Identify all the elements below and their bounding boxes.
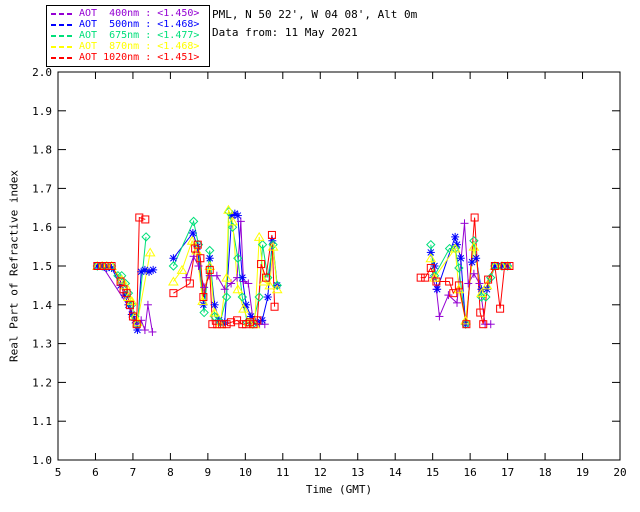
legend-label: AOT 500nm : <1.468> <box>79 19 200 30</box>
y-tick-label: 1.4 <box>32 299 52 312</box>
x-tick-label: 11 <box>276 466 289 479</box>
y-tick-label: 1.2 <box>32 376 52 389</box>
x-tick-label: 12 <box>314 466 327 479</box>
y-tick-label: 1.9 <box>32 105 52 118</box>
y-tick-label: 1.3 <box>32 338 52 351</box>
x-tick-label: 9 <box>205 466 212 479</box>
plot-frame <box>57 71 621 461</box>
legend-dash-swatch <box>51 23 74 26</box>
legend-dash-swatch <box>51 45 74 48</box>
x-tick-label: 17 <box>501 466 514 479</box>
x-tick-label: 18 <box>538 466 551 479</box>
station-title: PML, N 50 22', W 04 08', Alt 0m <box>212 8 418 21</box>
legend-label: AOT 870nm : <1.468> <box>79 41 200 52</box>
y-tick-label: 1.8 <box>32 144 52 157</box>
x-tick-label: 15 <box>426 466 439 479</box>
y-tick-label: 1.1 <box>32 415 52 428</box>
refractive-index-chart: 5 6 7 8 9 10 11 12 13 14 15 16 17 18 19 20 1.0 1.1 1.2 1.3 1… <box>0 0 640 512</box>
legend-item-aot-400nm: AOT 400nm : <1.450> <box>51 8 206 19</box>
x-axis-label: Time (GMT) <box>305 483 373 496</box>
legend-dash-swatch <box>51 12 74 15</box>
legend-label: AOT 1020nm : <1.451> <box>79 52 200 63</box>
y-tick-label: 1.6 <box>32 221 52 234</box>
y-axis-label: Real Part of Refractive index <box>7 169 21 363</box>
x-tick-label: 6 <box>92 466 99 479</box>
x-tick-label: 13 <box>351 466 364 479</box>
x-tick-label: 5 <box>55 466 62 479</box>
x-tick-label: 8 <box>167 466 174 479</box>
y-tick-label: 2.0 <box>32 66 52 79</box>
legend-label: AOT 400nm : <1.450> <box>79 8 200 19</box>
x-tick-label: 20 <box>613 466 626 479</box>
legend-dash-swatch <box>51 34 74 37</box>
data-date: Data from: 11 May 2021 <box>212 26 358 39</box>
plot-canvas: 5 6 7 8 9 10 11 12 13 14 15 16 17 18 19 20 1.0 1.1 1.2 1.3 1… <box>32 66 627 479</box>
legend-dash-swatch <box>51 56 74 59</box>
legend-item-aot-500nm: AOT 500nm : <1.468> <box>51 19 206 30</box>
legend: AOT 400nm : <1.450> AOT 500nm : <1.468> AO… <box>46 5 210 67</box>
x-tick-label: 10 <box>239 466 252 479</box>
x-tick-label: 19 <box>576 466 589 479</box>
x-tick-label: 16 <box>464 466 477 479</box>
x-tick-label: 14 <box>389 466 403 479</box>
legend-item-aot-675nm: AOT 675nm : <1.477> <box>51 30 206 41</box>
legend-item-aot-1020nm: AOT 1020nm : <1.451> <box>51 52 206 63</box>
legend-item-aot-870nm: AOT 870nm : <1.468> <box>51 41 206 52</box>
y-tick-label: 1.0 <box>32 454 52 467</box>
marker-diamond <box>168 261 179 271</box>
legend-label: AOT 675nm : <1.477> <box>79 30 200 41</box>
x-tick-label: 7 <box>130 466 137 479</box>
y-tick-label: 1.5 <box>32 260 52 273</box>
y-tick-label: 1.7 <box>32 182 52 195</box>
